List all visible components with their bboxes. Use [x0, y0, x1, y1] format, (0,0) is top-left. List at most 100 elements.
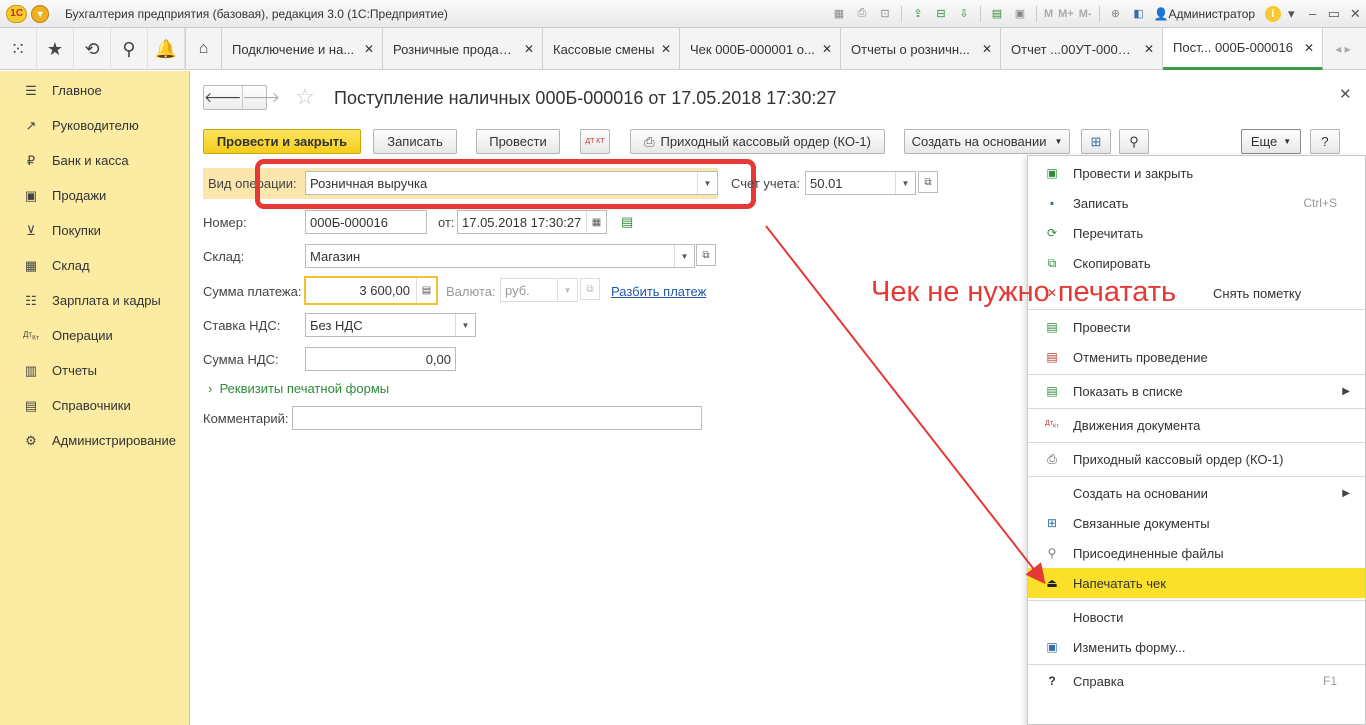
menu-item-create-based[interactable]: Создать на основании ▶ — [1028, 478, 1365, 508]
menu-item-post[interactable]: ▤ Провести — [1028, 312, 1365, 342]
menu-item-post-close[interactable]: ▣ Провести и закрыть — [1028, 158, 1365, 188]
open-warehouse-icon[interactable]: ⧉ — [696, 244, 716, 266]
apps-grid-icon[interactable]: ⁙ — [0, 28, 37, 70]
menu-item-print-receipt[interactable]: ⏏ Напечатать чек — [1028, 568, 1365, 598]
edit-doc-icon[interactable]: ▤ — [621, 214, 633, 230]
number-field[interactable]: 000Б-000016 — [305, 210, 427, 234]
main-menu-button[interactable]: ▼ — [31, 4, 49, 23]
info-icon[interactable]: i — [1265, 5, 1281, 22]
close-icon[interactable]: ✕ — [518, 42, 534, 56]
menu-item-reread[interactable]: ⟳ Перечитать — [1028, 218, 1365, 248]
close-icon[interactable]: ✕ — [655, 42, 671, 56]
close-icon[interactable]: ✕ — [358, 42, 374, 56]
vat-rate-select[interactable]: Без НДС ▼ — [305, 313, 476, 337]
help-button[interactable]: ? — [1310, 129, 1340, 154]
tab-cash-shifts[interactable]: Кассовые смены ✕ — [543, 28, 680, 70]
vat-sum-field[interactable]: 0,00 — [305, 347, 456, 371]
menu-item-attached-files[interactable]: ⚲ Присоединенные файлы — [1028, 538, 1365, 568]
menu-item-show-in-list[interactable]: ▤ Показать в списке ▶ — [1028, 376, 1365, 406]
upload-icon[interactable]: ⇪ — [909, 6, 927, 22]
calendar-icon[interactable]: ▣ — [1011, 6, 1029, 22]
close-icon[interactable]: ✕ — [1345, 6, 1366, 22]
close-icon[interactable]: ✕ — [1298, 41, 1314, 55]
sidebar-item-bank[interactable]: ₽ Банк и касса — [0, 143, 189, 178]
open-account-icon[interactable]: ⧉ — [918, 171, 938, 193]
save-button[interactable]: Записать — [373, 129, 457, 154]
more-button[interactable]: Еще ▼ — [1241, 129, 1301, 154]
create-based-button[interactable]: Создать на основании ▼ — [904, 129, 1070, 154]
related-docs-button[interactable]: ⊞ — [1081, 129, 1111, 154]
bell-icon[interactable]: 🔔 — [148, 28, 185, 70]
close-icon[interactable]: ✕ — [816, 42, 832, 56]
close-icon[interactable]: ✕ — [976, 42, 992, 56]
chevron-down-icon[interactable]: ▼ — [455, 314, 475, 336]
account-select[interactable]: 50.01 ▼ — [805, 171, 916, 195]
dtkt-button[interactable]: ДТ КТ — [580, 129, 610, 154]
chevron-down-icon[interactable]: ▼ — [895, 172, 915, 194]
post-button[interactable]: Провести — [476, 129, 560, 154]
back-arrow-icon[interactable]: 🡐 — [204, 86, 242, 109]
memory-button[interactable]: M — [1044, 6, 1053, 22]
tabs-scroll-icon[interactable]: ◂ ▸ — [1323, 28, 1363, 70]
print-icon[interactable]: ⎙ — [853, 6, 871, 22]
sidebar-item-warehouse[interactable]: ▦ Склад — [0, 248, 189, 283]
sidebar-item-operations[interactable]: ДтКт Операции — [0, 318, 189, 353]
memory-plus-button[interactable]: M+ — [1058, 6, 1074, 22]
sidebar-item-sales[interactable]: ▣ Продажи — [0, 178, 189, 213]
user-menu[interactable]: 👤 Администратор — [1154, 7, 1256, 21]
sidebar-item-main[interactable]: ☰ Главное — [0, 73, 189, 108]
print-order-button[interactable]: ⎙ Приходный кассовый ордер (КО-1) — [630, 129, 885, 154]
memory-minus-button[interactable]: M- — [1079, 6, 1092, 22]
preview-icon[interactable]: ⊡ — [876, 6, 894, 22]
tab-connection[interactable]: Подключение и на... ✕ — [222, 28, 383, 70]
window-menu-icon[interactable]: ▾ — [1281, 6, 1302, 22]
print-details-toggle[interactable]: › Реквизиты печатной формы — [208, 381, 389, 396]
calendar-icon[interactable]: ▦ — [586, 211, 606, 233]
menu-item-movements[interactable]: ДтКт Движения документа — [1028, 410, 1365, 440]
sidebar-item-salary[interactable]: ☷ Зарплата и кадры — [0, 283, 189, 318]
download-icon[interactable]: ⇩ — [955, 6, 973, 22]
amount-field[interactable]: 3 600,00 ▤ — [304, 276, 438, 305]
panels-icon[interactable]: ◧ — [1130, 6, 1148, 22]
menu-item-change-form[interactable]: ▣ Изменить форму... — [1028, 632, 1365, 662]
zoom-icon[interactable]: ⊕ — [1107, 6, 1125, 22]
warehouse-select[interactable]: Магазин ▼ — [305, 244, 695, 268]
sidebar-item-reports[interactable]: ▥ Отчеты — [0, 353, 189, 388]
menu-item-print-order[interactable]: ⎙ Приходный кассовый ордер (КО-1) — [1028, 444, 1365, 474]
tab-retail-sales[interactable]: Розничные продаж... ✕ — [383, 28, 543, 70]
post-and-close-button[interactable]: Провести и закрыть — [203, 129, 361, 154]
minimize-icon[interactable]: – — [1302, 6, 1323, 21]
sidebar-item-manager[interactable]: ↗ Руководителю — [0, 108, 189, 143]
chevron-down-icon[interactable]: ▼ — [674, 245, 694, 267]
menu-item-unpost[interactable]: ▤ Отменить проведение — [1028, 342, 1365, 372]
menu-item-news[interactable]: Новости — [1028, 602, 1365, 632]
close-icon[interactable]: ✕ — [1339, 85, 1352, 103]
link-icon[interactable]: ⊟ — [932, 6, 950, 22]
maximize-icon[interactable]: ▭ — [1323, 6, 1344, 22]
menu-item-related-docs[interactable]: ⊞ Связанные документы — [1028, 508, 1365, 538]
favorites-icon[interactable]: ★ — [37, 28, 74, 70]
menu-item-save[interactable]: ▪ Записать Ctrl+S — [1028, 188, 1365, 218]
calculator-icon[interactable]: ▤ — [416, 278, 436, 303]
sidebar-item-catalogs[interactable]: ▤ Справочники — [0, 388, 189, 423]
save-icon[interactable]: ▦ — [830, 6, 848, 22]
menu-item-help[interactable]: ? Справка F1 — [1028, 666, 1365, 696]
attach-button[interactable]: ⚲ — [1119, 129, 1149, 154]
favorite-star-icon[interactable]: ☆ — [295, 84, 315, 110]
history-icon[interactable]: ⟲ — [74, 28, 111, 70]
tab-cash-receipt[interactable]: Пост... 000Б-000016 ✕ — [1163, 28, 1323, 70]
date-field[interactable]: 17.05.2018 17:30:27 ▦ — [457, 210, 607, 234]
sidebar-item-purchases[interactable]: ⊻ Покупки — [0, 213, 189, 248]
search-icon[interactable]: ⚲ — [111, 28, 148, 70]
tab-report[interactable]: Отчет ...00УТ-000013 ✕ — [1001, 28, 1163, 70]
tab-receipt[interactable]: Чек 000Б-000001 о... ✕ — [680, 28, 841, 70]
split-payment-link[interactable]: Разбить платеж — [611, 284, 706, 299]
home-icon[interactable]: ⌂ — [185, 28, 222, 70]
forward-arrow-icon[interactable]: 🡒 — [241, 86, 280, 109]
close-icon[interactable]: ✕ — [1138, 42, 1154, 56]
sidebar-item-admin[interactable]: ⚙ Администрирование — [0, 423, 189, 458]
comment-field[interactable] — [292, 406, 702, 430]
tab-retail-reports[interactable]: Отчеты о розничн... ✕ — [841, 28, 1001, 70]
menu-item-copy[interactable]: ⧉ Скопировать — [1028, 248, 1365, 278]
calculator-icon[interactable]: ▤ — [988, 6, 1006, 22]
